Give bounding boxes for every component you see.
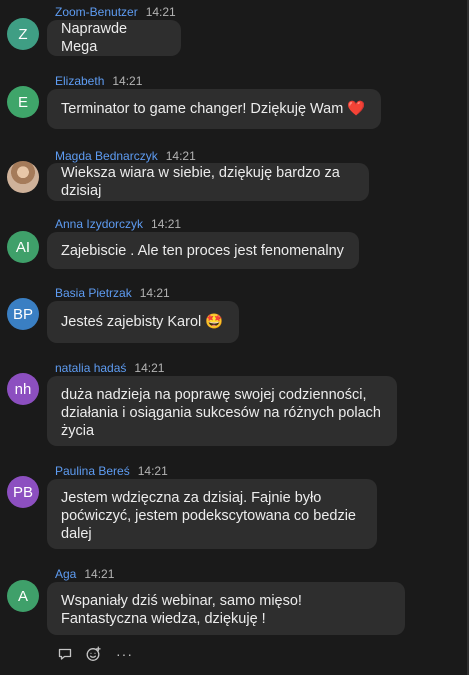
avatar[interactable]: AI (7, 231, 39, 263)
avatar[interactable]: PB (7, 476, 39, 508)
message-header: Magda Bednarczyk 14:21 (55, 148, 196, 164)
more-options-icon[interactable]: ··· (116, 647, 133, 661)
sender-name[interactable]: natalia hadaś (55, 361, 126, 375)
message-bubble[interactable]: Jesteś zajebisty Karol 🤩 (47, 301, 239, 343)
avatar[interactable]: E (7, 86, 39, 118)
message-header: natalia hadaś 14:21 (55, 360, 164, 376)
message-time: 14:21 (134, 361, 165, 375)
add-reaction-icon[interactable] (85, 646, 102, 662)
avatar[interactable]: A (7, 580, 39, 612)
message-bubble[interactable]: Jestem wdzięczna za dzisiaj. Fajnie było… (47, 479, 377, 549)
sender-name[interactable]: Magda Bednarczyk (55, 149, 158, 163)
message-bubble[interactable]: Zajebiscie . Ale ten proces jest fenomen… (47, 232, 359, 269)
message-actions: ··· (57, 644, 133, 664)
message-time: 14:21 (145, 5, 176, 19)
message-bubble[interactable]: Terminator to game changer! Dziękuję Wam… (47, 89, 381, 129)
message-header: Elizabeth 14:21 (55, 73, 142, 89)
message-header: Anna Izydorczyk 14:21 (55, 216, 181, 232)
chat-panel: Z Zoom-Benutzer 14:21 Naprawde Mega E Eli… (0, 0, 469, 675)
avatar[interactable]: BP (7, 298, 39, 330)
avatar[interactable]: Z (7, 18, 39, 50)
message-bubble[interactable]: duża nadzieja na poprawę swojej codzienn… (47, 376, 397, 446)
message-bubble[interactable]: Naprawde Mega (47, 20, 181, 56)
sender-name[interactable]: Aga (55, 567, 76, 581)
sender-name[interactable]: Anna Izydorczyk (55, 217, 143, 231)
message-header: Aga 14:21 (55, 566, 114, 582)
sender-name[interactable]: Paulina Bereś (55, 464, 130, 478)
sender-name[interactable]: Zoom-Benutzer (55, 5, 138, 19)
message-header: Paulina Bereś 14:21 (55, 463, 168, 479)
sender-name[interactable]: Elizabeth (55, 74, 104, 88)
avatar[interactable] (7, 161, 39, 193)
message-time: 14:21 (139, 286, 170, 300)
message-time: 14:21 (137, 464, 168, 478)
message-bubble[interactable]: Wieksza wiara w siebie, dziękuję bardzo … (47, 163, 369, 201)
message-bubble[interactable]: Wspaniały dziś webinar, samo mięso! Fant… (47, 582, 405, 635)
message-time: 14:21 (165, 149, 196, 163)
message-header: Basia Pietrzak 14:21 (55, 285, 170, 301)
message-time: 14:21 (84, 567, 115, 581)
message-header: Zoom-Benutzer 14:21 (55, 4, 176, 20)
message-time: 14:21 (112, 74, 143, 88)
message-time: 14:21 (151, 217, 182, 231)
sender-name[interactable]: Basia Pietrzak (55, 286, 132, 300)
reply-icon[interactable] (57, 646, 73, 662)
avatar[interactable]: nh (7, 373, 39, 405)
